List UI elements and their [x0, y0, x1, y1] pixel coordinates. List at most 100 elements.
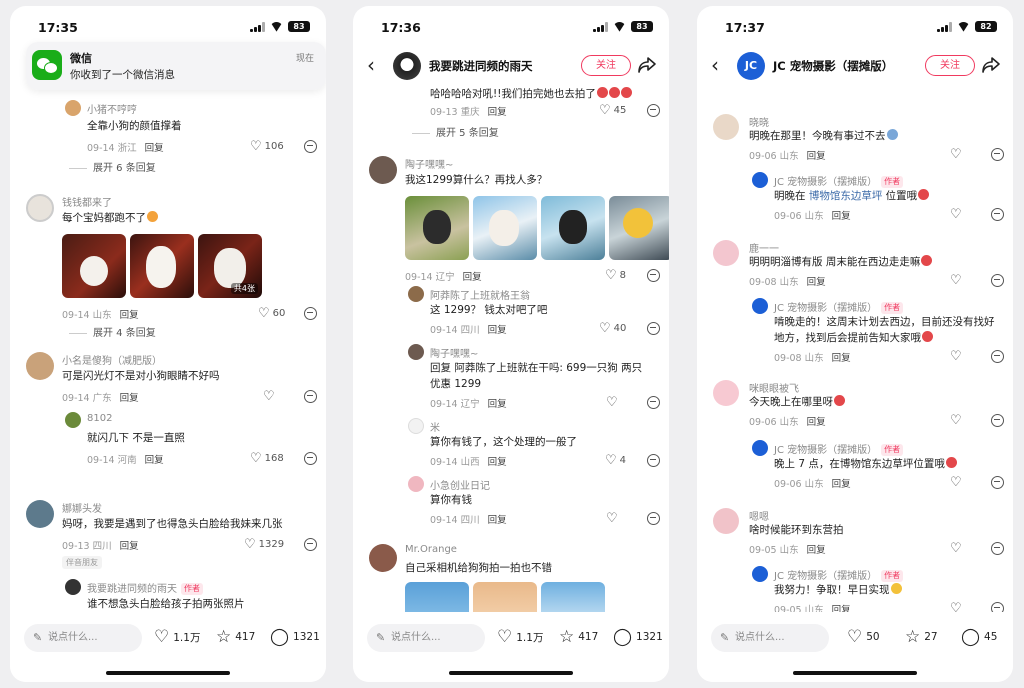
like-button[interactable]: ♡	[950, 207, 962, 222]
comment-meta: 09-05 山东 回复	[749, 545, 826, 556]
like-button[interactable]: ♡	[950, 475, 962, 490]
jc-logo-icon[interactable]: JC	[737, 52, 765, 80]
bottom-bar: 说点什么... ♡50 ☆27 ◯45	[697, 612, 1013, 682]
reply-button[interactable]: 回复	[832, 211, 851, 222]
more-options-icon[interactable]	[991, 542, 1004, 555]
comment-input[interactable]: 说点什么...	[711, 624, 829, 652]
expand-replies-button[interactable]: 展开 5 条回复	[412, 124, 499, 139]
expand-replies-button[interactable]: 展开 6 条回复	[69, 159, 156, 174]
wechat-notification[interactable]: 微信 你收到了一个微信消息 现在	[26, 42, 326, 90]
like-total-button[interactable]: ♡ 1.1万	[154, 627, 200, 647]
heart-icon: ♡	[605, 453, 617, 468]
more-options-icon[interactable]	[304, 140, 317, 153]
like-button[interactable]: ♡ 1329	[244, 537, 284, 552]
comment-image[interactable]	[62, 234, 126, 298]
favorite-button[interactable]: ☆ 27	[905, 627, 938, 647]
reply-button[interactable]: 回复	[807, 417, 826, 428]
more-options-icon[interactable]	[991, 350, 1004, 363]
comment-input[interactable]: 说点什么...	[367, 624, 485, 652]
more-options-icon[interactable]	[991, 274, 1004, 287]
favorite-button[interactable]: ☆ 417	[559, 627, 598, 647]
more-options-icon[interactable]	[304, 538, 317, 551]
more-options-icon[interactable]	[304, 452, 317, 465]
comment-text: 算你有钱了，这个处理的一般了	[430, 436, 577, 448]
like-button[interactable]: ♡ 106	[250, 139, 284, 154]
comment-image[interactable]	[405, 196, 469, 260]
comment-meta: 09-14 四川 回复	[430, 325, 507, 336]
more-options-icon[interactable]	[647, 512, 660, 525]
top-nav: ‹ JC JC 宠物摄影（摆摊版） 关注	[697, 48, 1013, 84]
follow-button[interactable]: 关注	[581, 55, 631, 76]
comment-image[interactable]	[609, 196, 669, 260]
reply-button[interactable]: 回复	[145, 455, 164, 466]
more-options-icon[interactable]	[647, 269, 660, 282]
like-button[interactable]: ♡ 45	[599, 103, 626, 118]
comment-image[interactable]	[473, 196, 537, 260]
reply-button[interactable]: 回复	[807, 151, 826, 162]
reply-button[interactable]: 回复	[120, 310, 139, 321]
reply-button[interactable]: 回复	[463, 272, 482, 283]
back-arrow-icon[interactable]: ‹	[367, 55, 375, 75]
comment-image[interactable]	[541, 196, 605, 260]
reply-button[interactable]: 回复	[807, 545, 826, 556]
like-total-button[interactable]: ♡ 1.1万	[497, 627, 543, 647]
reply-button[interactable]: 回复	[488, 107, 507, 118]
reply-button[interactable]: 回复	[120, 393, 139, 404]
comments-button[interactable]: ◯ 45	[961, 627, 997, 647]
author-avatar[interactable]	[393, 52, 421, 80]
reply-button[interactable]: 回复	[488, 457, 507, 468]
share-icon[interactable]	[637, 56, 657, 74]
comment-text: 哈哈哈哈对吼!!我们拍完她也去拍了	[430, 86, 632, 102]
like-button[interactable]: ♡	[950, 147, 962, 162]
reply-button[interactable]: 回复	[832, 479, 851, 490]
more-options-icon[interactable]	[647, 104, 660, 117]
location-link[interactable]: 博物馆东边草坪	[809, 190, 883, 202]
like-button[interactable]: ♡ 168	[250, 451, 284, 466]
like-button[interactable]: ♡ 8	[605, 268, 626, 283]
reply-button[interactable]: 回复	[807, 277, 826, 288]
more-options-icon[interactable]	[647, 454, 660, 467]
comment-author: 小急创业日记	[430, 481, 490, 492]
more-options-icon[interactable]	[647, 396, 660, 409]
more-options-icon[interactable]	[991, 476, 1004, 489]
expand-replies-button[interactable]: 展开 4 条回复	[69, 324, 156, 339]
share-icon[interactable]	[981, 56, 1001, 74]
comment-author: 陶子嘿嘿~	[405, 160, 454, 171]
reply-button[interactable]: 回复	[120, 541, 139, 552]
reply-button[interactable]: 回复	[488, 515, 507, 526]
back-arrow-icon[interactable]: ‹	[711, 55, 719, 75]
more-options-icon[interactable]	[304, 307, 317, 320]
like-button[interactable]: ♡	[263, 389, 275, 404]
like-button[interactable]: ♡	[950, 273, 962, 288]
comment-image[interactable]: 共4张	[198, 234, 262, 298]
comment-image[interactable]	[130, 234, 194, 298]
like-button[interactable]: ♡ 4	[605, 453, 626, 468]
avatar	[26, 352, 54, 380]
like-button[interactable]: ♡	[606, 511, 618, 526]
like-button[interactable]: ♡	[606, 395, 618, 410]
follow-button[interactable]: 关注	[925, 55, 975, 76]
like-button[interactable]: ♡ 60	[258, 306, 285, 321]
reply-button[interactable]: 回复	[488, 399, 507, 410]
phone-screen-1: 17:35 83 小猪不哼哼 全靠小狗的颜值撑着 09-14 浙江 回复 ♡ 106…	[10, 6, 326, 682]
more-options-icon[interactable]	[991, 414, 1004, 427]
more-options-icon[interactable]	[304, 390, 317, 403]
more-options-icon[interactable]	[991, 148, 1004, 161]
like-button[interactable]: ♡ 40	[599, 321, 626, 336]
favorite-button[interactable]: ☆ 417	[216, 627, 255, 647]
author-name: 我要跳进同频的雨天	[429, 59, 533, 73]
more-options-icon[interactable]	[991, 208, 1004, 221]
like-button[interactable]: ♡	[950, 349, 962, 364]
comments-button[interactable]: ◯ 1321	[270, 627, 320, 647]
like-total-button[interactable]: ♡ 50	[847, 627, 880, 647]
comments-button[interactable]: ◯ 1321	[613, 627, 663, 647]
comment-input[interactable]: 说点什么...	[24, 624, 142, 652]
reply-button[interactable]: 回复	[488, 325, 507, 336]
comment-bubble-icon: ◯	[613, 627, 633, 647]
like-button[interactable]: ♡	[950, 413, 962, 428]
reply-button[interactable]: 回复	[145, 143, 164, 154]
reply-button[interactable]: 回复	[832, 353, 851, 364]
more-options-icon[interactable]	[647, 322, 660, 335]
like-button[interactable]: ♡	[950, 541, 962, 556]
comment-author: 阿莽陈了上班就格王翁	[430, 291, 530, 302]
